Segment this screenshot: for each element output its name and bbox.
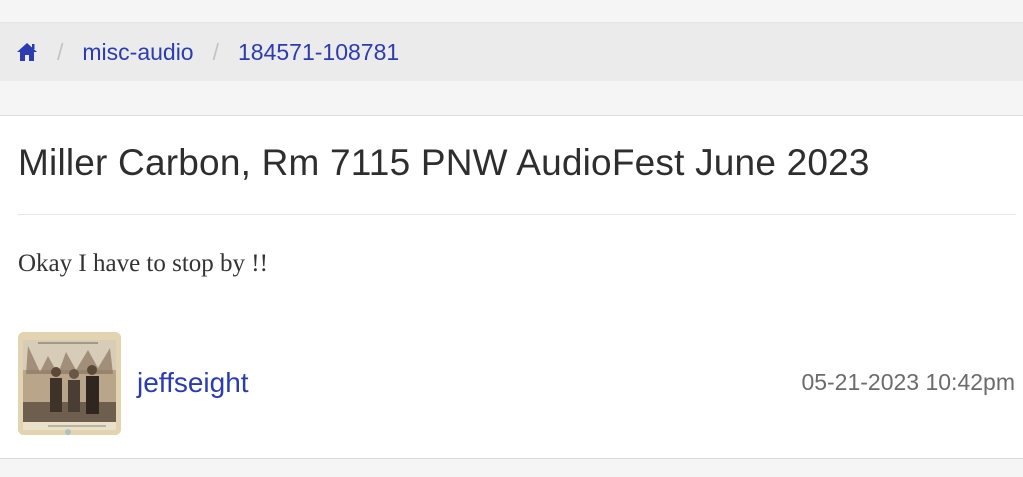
breadcrumb-separator: / bbox=[212, 38, 219, 65]
home-icon[interactable] bbox=[16, 42, 38, 62]
avatar[interactable] bbox=[18, 332, 121, 435]
breadcrumb-separator: / bbox=[57, 38, 64, 65]
post-card: Miller Carbon, Rm 7115 PNW AudioFest Jun… bbox=[0, 115, 1023, 459]
breadcrumb-item-category[interactable]: misc-audio bbox=[82, 39, 193, 66]
post-timestamp: 05-21-2023 10:42pm bbox=[801, 369, 1015, 395]
post-title: Miller Carbon, Rm 7115 PNW AudioFest Jun… bbox=[18, 142, 870, 183]
breadcrumb: / misc-audio / 184571-108781 bbox=[0, 23, 1023, 81]
top-strip bbox=[0, 0, 1023, 23]
author-username[interactable]: jeffseight bbox=[137, 367, 249, 399]
divider bbox=[18, 214, 1016, 215]
post-body: Okay I have to stop by !! bbox=[18, 250, 268, 277]
breadcrumb-item-thread[interactable]: 184571-108781 bbox=[238, 39, 399, 66]
spacer bbox=[0, 81, 1023, 115]
